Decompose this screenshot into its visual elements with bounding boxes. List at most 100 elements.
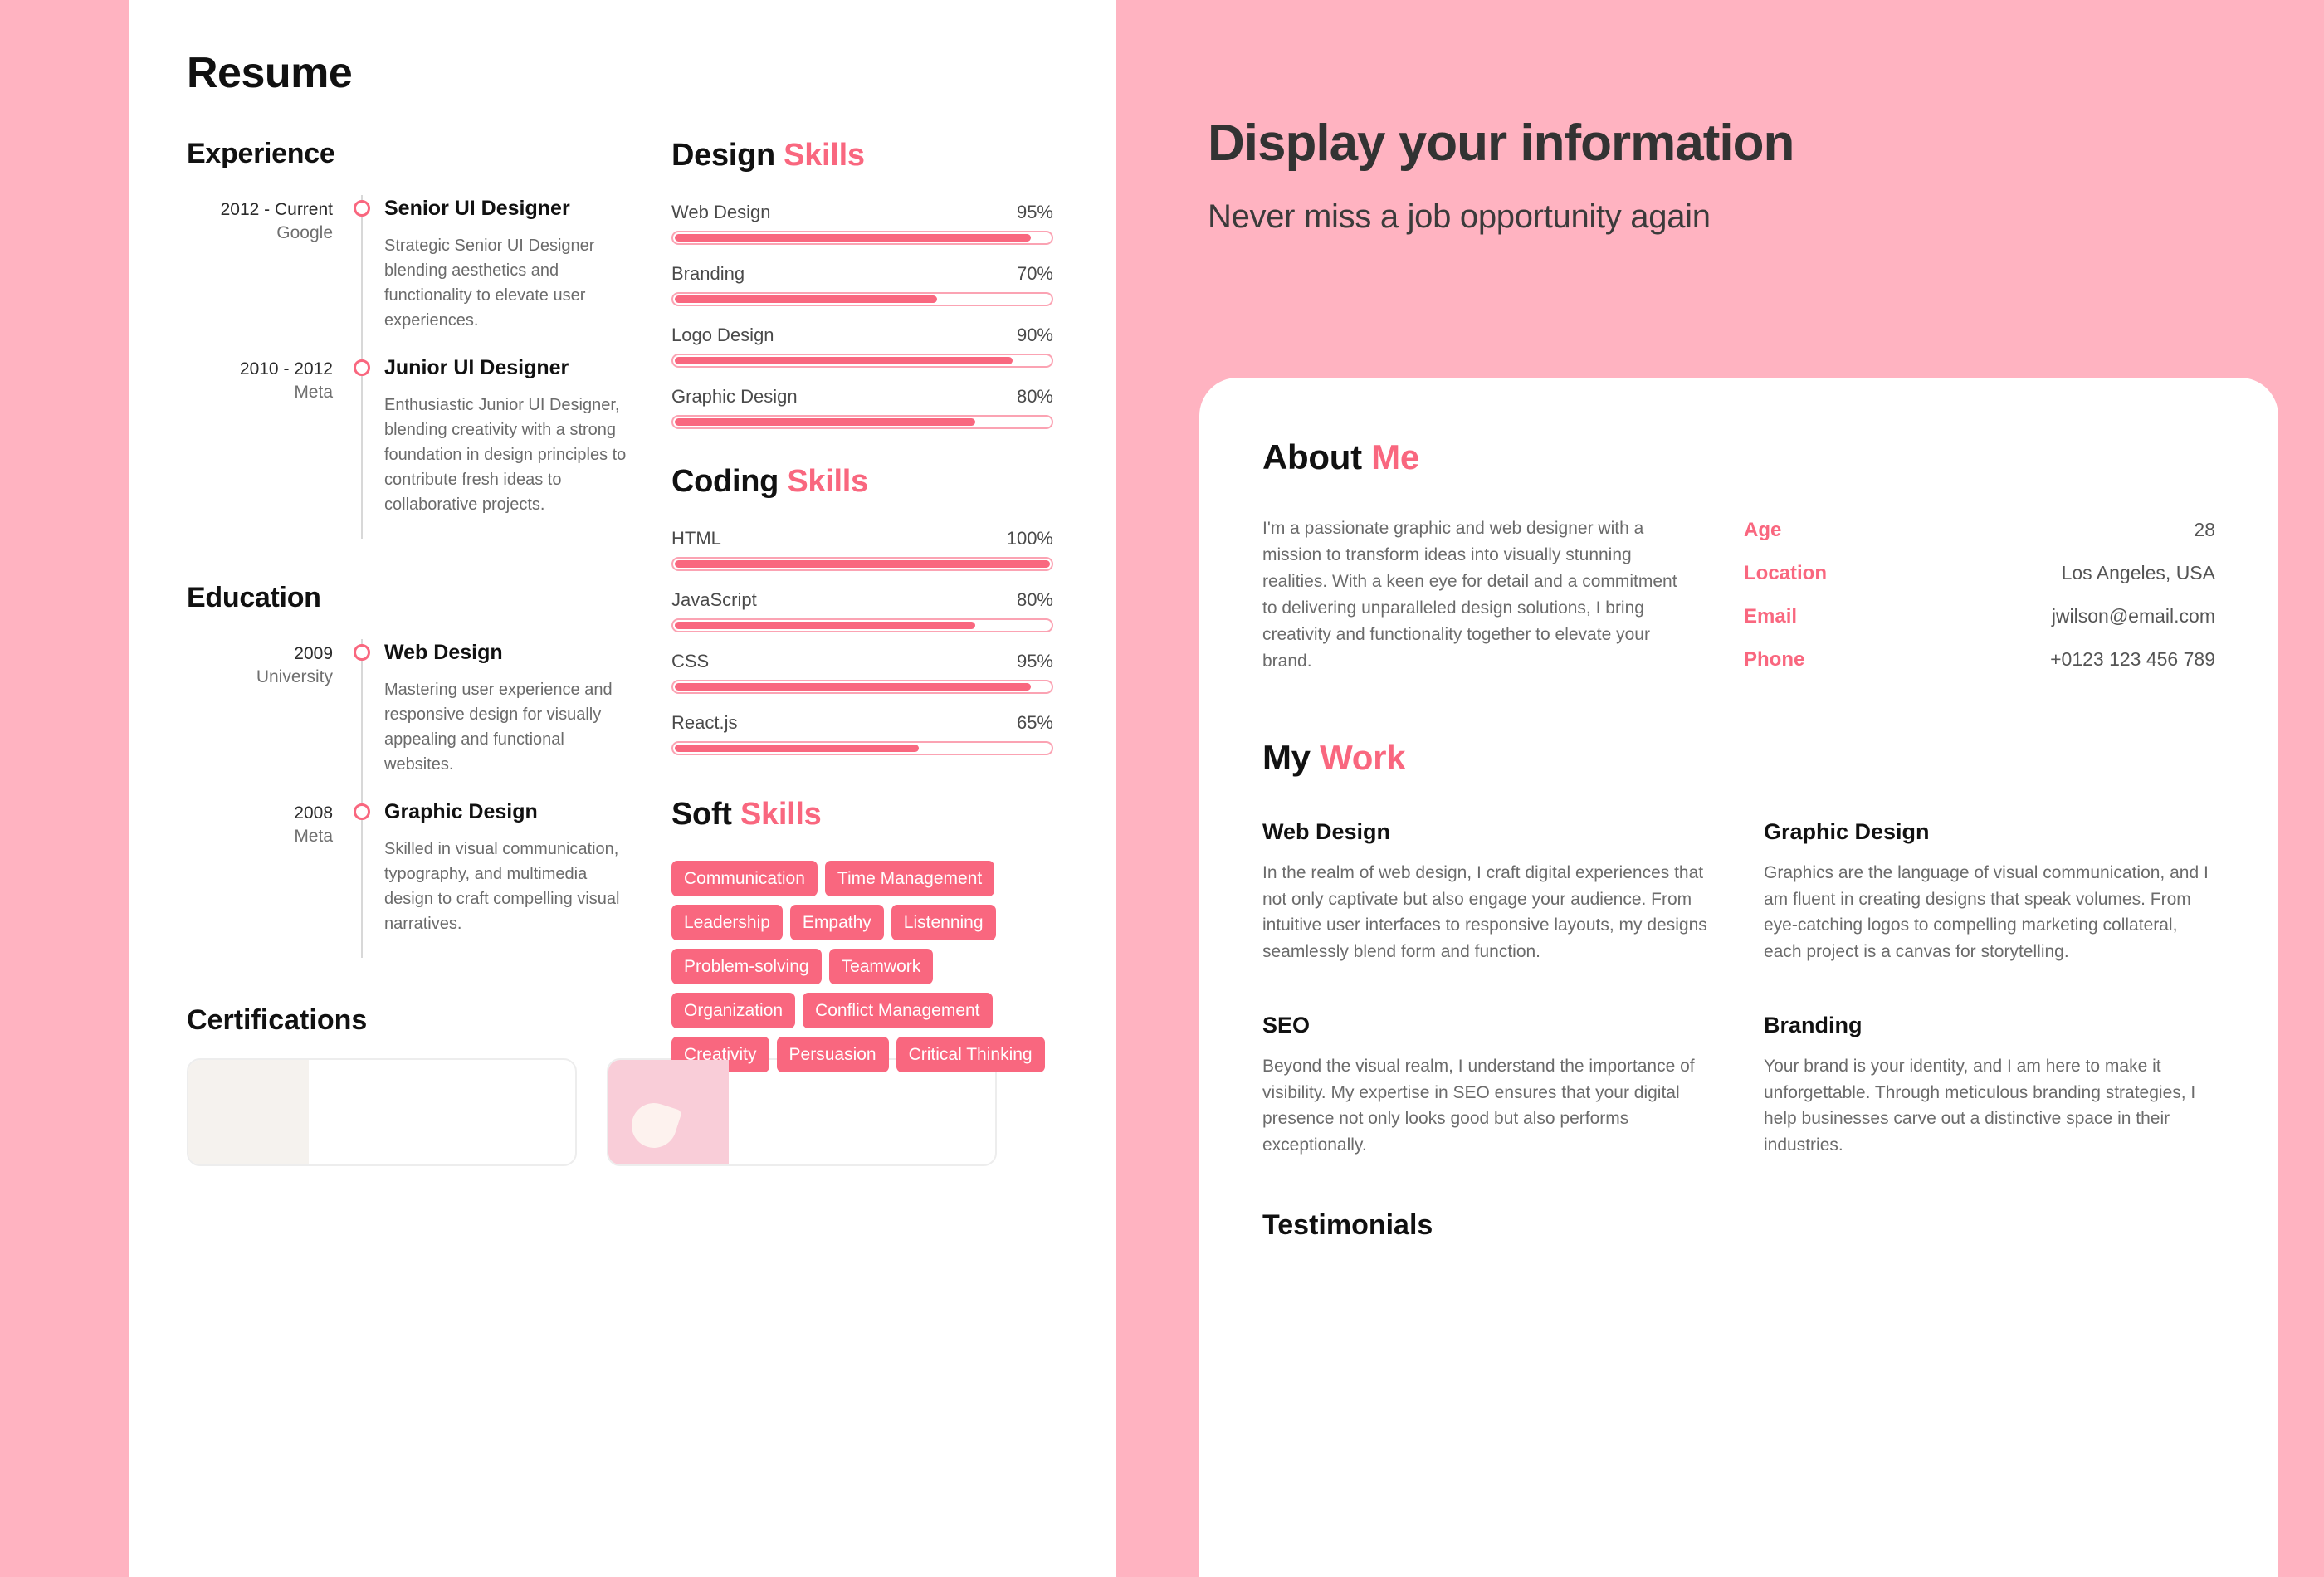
timeline-dates: 2009 University	[187, 639, 361, 798]
soft-skill-tag[interactable]: Organization	[671, 993, 796, 1028]
soft-skill-tag[interactable]: Listenning	[891, 905, 996, 940]
work-heading-main: My	[1262, 738, 1311, 777]
skill-name: Web Design	[671, 202, 771, 222]
about-heading: About Me	[1262, 437, 2215, 477]
coding-skills-section: Coding Skills HTML 100% JavaScript 80% C…	[671, 464, 1053, 755]
hero-section: Display your information Never miss a jo…	[1116, 0, 2324, 236]
certifications-heading: Certifications	[187, 1004, 368, 1036]
contact-value[interactable]: +0123 123 456 789	[2050, 648, 2215, 671]
skill-row: Branding 70%	[671, 263, 1053, 306]
resume-right-column: Design Skills Web Design 95% Branding 70…	[671, 138, 1053, 1166]
skill-name: Logo Design	[671, 325, 774, 345]
work-heading-accent: Work	[1320, 738, 1406, 777]
timeline-role: Junior UI Designer	[384, 356, 569, 379]
timeline-dates: 2008 Meta	[187, 798, 361, 958]
work-item-seo: SEO Beyond the visual realm, I understan…	[1262, 1013, 1714, 1158]
contact-row-email: Email jwilson@email.com	[1744, 605, 2215, 628]
certification-card[interactable]	[187, 1058, 577, 1166]
timeline-rail	[354, 798, 370, 958]
experience-item: 2010 - 2012 Meta Junior UI Designer Enth…	[187, 354, 627, 539]
soft-skill-tag[interactable]: Time Management	[824, 861, 995, 896]
timeline-dates: 2012 - Current Google	[187, 195, 361, 354]
soft-skill-tag[interactable]: Problem-solving	[671, 949, 822, 984]
about-contact-list: Age 28 Location Los Angeles, USA Email j…	[1744, 515, 2215, 691]
soft-skill-tag[interactable]: Empathy	[789, 905, 884, 940]
timeline-role: Graphic Design	[384, 800, 538, 823]
contact-row-location: Location Los Angeles, USA	[1744, 562, 2215, 585]
skill-name: CSS	[671, 651, 710, 671]
soft-skill-tag[interactable]: Critical Thinking	[896, 1037, 1045, 1072]
skill-percent: 65%	[1016, 712, 1053, 733]
timeline-body: Web Design Mastering user experience and…	[363, 639, 627, 798]
skill-name: JavaScript	[671, 589, 757, 610]
skill-bar-fill	[675, 745, 919, 752]
timeline-body: Senior UI Designer Strategic Senior UI D…	[363, 195, 627, 354]
soft-skill-tag[interactable]: Conflict Management	[803, 993, 993, 1028]
skill-bar-track	[671, 680, 1053, 694]
experience-heading: Experience	[187, 138, 335, 169]
skill-percent: 95%	[1016, 202, 1053, 222]
soft-skill-tag[interactable]: Persuasion	[776, 1037, 889, 1072]
design-skills-heading: Design Skills	[671, 138, 1053, 173]
about-heading-accent: Me	[1371, 437, 1419, 476]
timeline-dot-icon	[354, 644, 370, 661]
skill-percent: 100%	[1006, 528, 1053, 549]
skill-bar-fill	[675, 683, 1032, 691]
coding-skills-heading-main: Coding	[671, 464, 779, 499]
timeline-description: Mastering user experience and responsive…	[384, 681, 613, 774]
timeline-range: 2008	[294, 803, 333, 823]
skill-bar-fill	[675, 560, 1050, 568]
timeline-range: 2010 - 2012	[239, 359, 333, 378]
timeline-description: Skilled in visual communication, typogra…	[384, 840, 620, 933]
soft-skill-tag[interactable]: Leadership	[671, 905, 783, 940]
design-skills-heading-main: Design	[671, 138, 775, 173]
skill-row-header: HTML 100%	[671, 528, 1053, 549]
skill-row: Web Design 95%	[671, 202, 1053, 245]
page-root: Resume Experience 2012 - Current Google	[0, 0, 2324, 1577]
skill-bar-track	[671, 618, 1053, 632]
skill-row: React.js 65%	[671, 712, 1053, 755]
skill-bar-track	[671, 557, 1053, 571]
timeline-rail	[354, 639, 370, 798]
resume-panel: Resume Experience 2012 - Current Google	[129, 0, 1116, 1577]
skill-row: CSS 95%	[671, 651, 1053, 694]
work-item-title: Web Design	[1262, 819, 1391, 844]
education-heading: Education	[187, 582, 321, 613]
soft-skill-tag[interactable]: Communication	[671, 861, 818, 896]
skill-name: HTML	[671, 528, 721, 549]
work-item-branding: Branding Your brand is your identity, an…	[1764, 1013, 2215, 1158]
soft-skills-heading: Soft Skills	[671, 797, 1053, 832]
education-item: 2009 University Web Design Mastering use…	[187, 639, 627, 798]
soft-skill-tag[interactable]: Teamwork	[828, 949, 934, 984]
timeline-dot-icon	[354, 200, 370, 217]
timeline-role: Web Design	[384, 641, 503, 664]
about-content-row: I'm a passionate graphic and web designe…	[1262, 515, 2215, 691]
timeline-body: Junior UI Designer Enthusiastic Junior U…	[363, 354, 627, 539]
coding-skills-heading: Coding Skills	[671, 464, 1053, 500]
contact-label: Location	[1744, 562, 1827, 584]
skill-name: React.js	[671, 712, 738, 733]
work-item-title: Branding	[1764, 1013, 1863, 1038]
soft-skills-tag-list: Communication Time Management Leadership…	[671, 861, 1053, 1072]
skill-row-header: Logo Design 90%	[671, 325, 1053, 346]
coding-skills-list: HTML 100% JavaScript 80% CSS 95% React.j…	[671, 528, 1053, 755]
timeline-org: University	[256, 667, 333, 687]
certificate-thumbnail-icon	[608, 1060, 729, 1164]
timeline-description: Enthusiastic Junior UI Designer, blendin…	[384, 396, 627, 514]
promo-panel: Display your information Never miss a jo…	[1116, 0, 2324, 1577]
skill-name: Graphic Design	[671, 386, 798, 407]
skill-row: HTML 100%	[671, 528, 1053, 571]
resume-title: Resume	[187, 49, 353, 97]
skill-name: Branding	[671, 263, 745, 284]
skill-bar-fill	[675, 357, 1013, 364]
contact-value[interactable]: jwilson@email.com	[2052, 605, 2215, 627]
timeline-rail	[354, 195, 370, 354]
resume-left-column: Experience 2012 - Current Google Senior …	[187, 138, 997, 1166]
skill-percent: 90%	[1016, 325, 1053, 345]
about-heading-main: About	[1262, 437, 1362, 476]
skill-bar-track	[671, 415, 1053, 429]
skill-row-header: Graphic Design 80%	[671, 386, 1053, 408]
design-skills-heading-accent: Skills	[784, 138, 865, 173]
timeline-range: 2012 - Current	[220, 200, 333, 219]
